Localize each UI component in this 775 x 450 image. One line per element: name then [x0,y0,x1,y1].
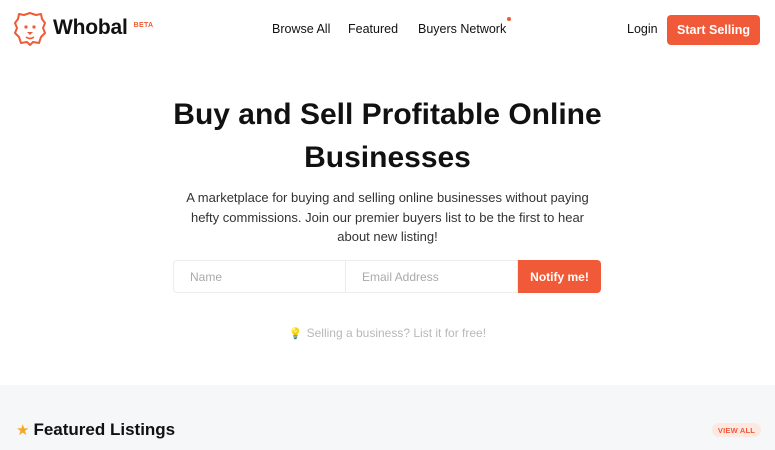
hero-subtitle-line: about new listing! [337,229,438,244]
view-all-button[interactable]: VIEW ALL [712,423,761,437]
hero-subtitle-line: A marketplace for buying and selling onl… [186,190,589,205]
notify-me-button[interactable]: Notify me! [518,260,601,293]
featured-listings-heading: ★ Featured Listings [16,420,175,440]
hero-title-line: Buy and Sell Profitable Online [173,98,602,131]
sell-business-text: Selling a business? List it for free! [306,326,487,340]
hero-title-line: Businesses [304,141,471,174]
lion-logo-icon [14,12,46,46]
notification-dot [507,17,512,21]
nav-buyers-network[interactable]: Buyers Network [418,17,512,36]
star-icon: ★ [16,421,30,439]
notify-signup-form: Notify me! [173,260,601,293]
hero-title: Buy and Sell Profitable Online Businesse… [0,93,775,179]
featured-listings-title: Featured Listings [33,420,176,439]
nav-browse-all[interactable]: Browse All [272,22,330,36]
featured-listings-section: ★ Featured Listings VIEW ALL [0,385,775,450]
login-link[interactable]: Login [627,22,658,36]
site-header: Whobal BETA Browse All Featured Buyers N… [0,0,775,60]
sell-business-link[interactable]: 💡 Selling a business? List it for free! [0,326,775,340]
lightbulb-icon: 💡 [288,328,303,340]
nav-buyers-network-label: Buyers Network [418,22,507,36]
brand-logo[interactable]: Whobal BETA [14,12,153,46]
start-selling-button[interactable]: Start Selling [667,15,760,45]
email-input[interactable] [346,260,518,293]
hero-subtitle-line: hefty commissions. Join our premier buye… [190,209,585,225]
hero-subtitle: A marketplace for buying and selling onl… [175,188,600,247]
nav-featured[interactable]: Featured [348,22,398,36]
beta-badge: BETA [133,22,154,29]
brand-name: Whobal [53,16,128,39]
name-input[interactable] [173,260,346,293]
